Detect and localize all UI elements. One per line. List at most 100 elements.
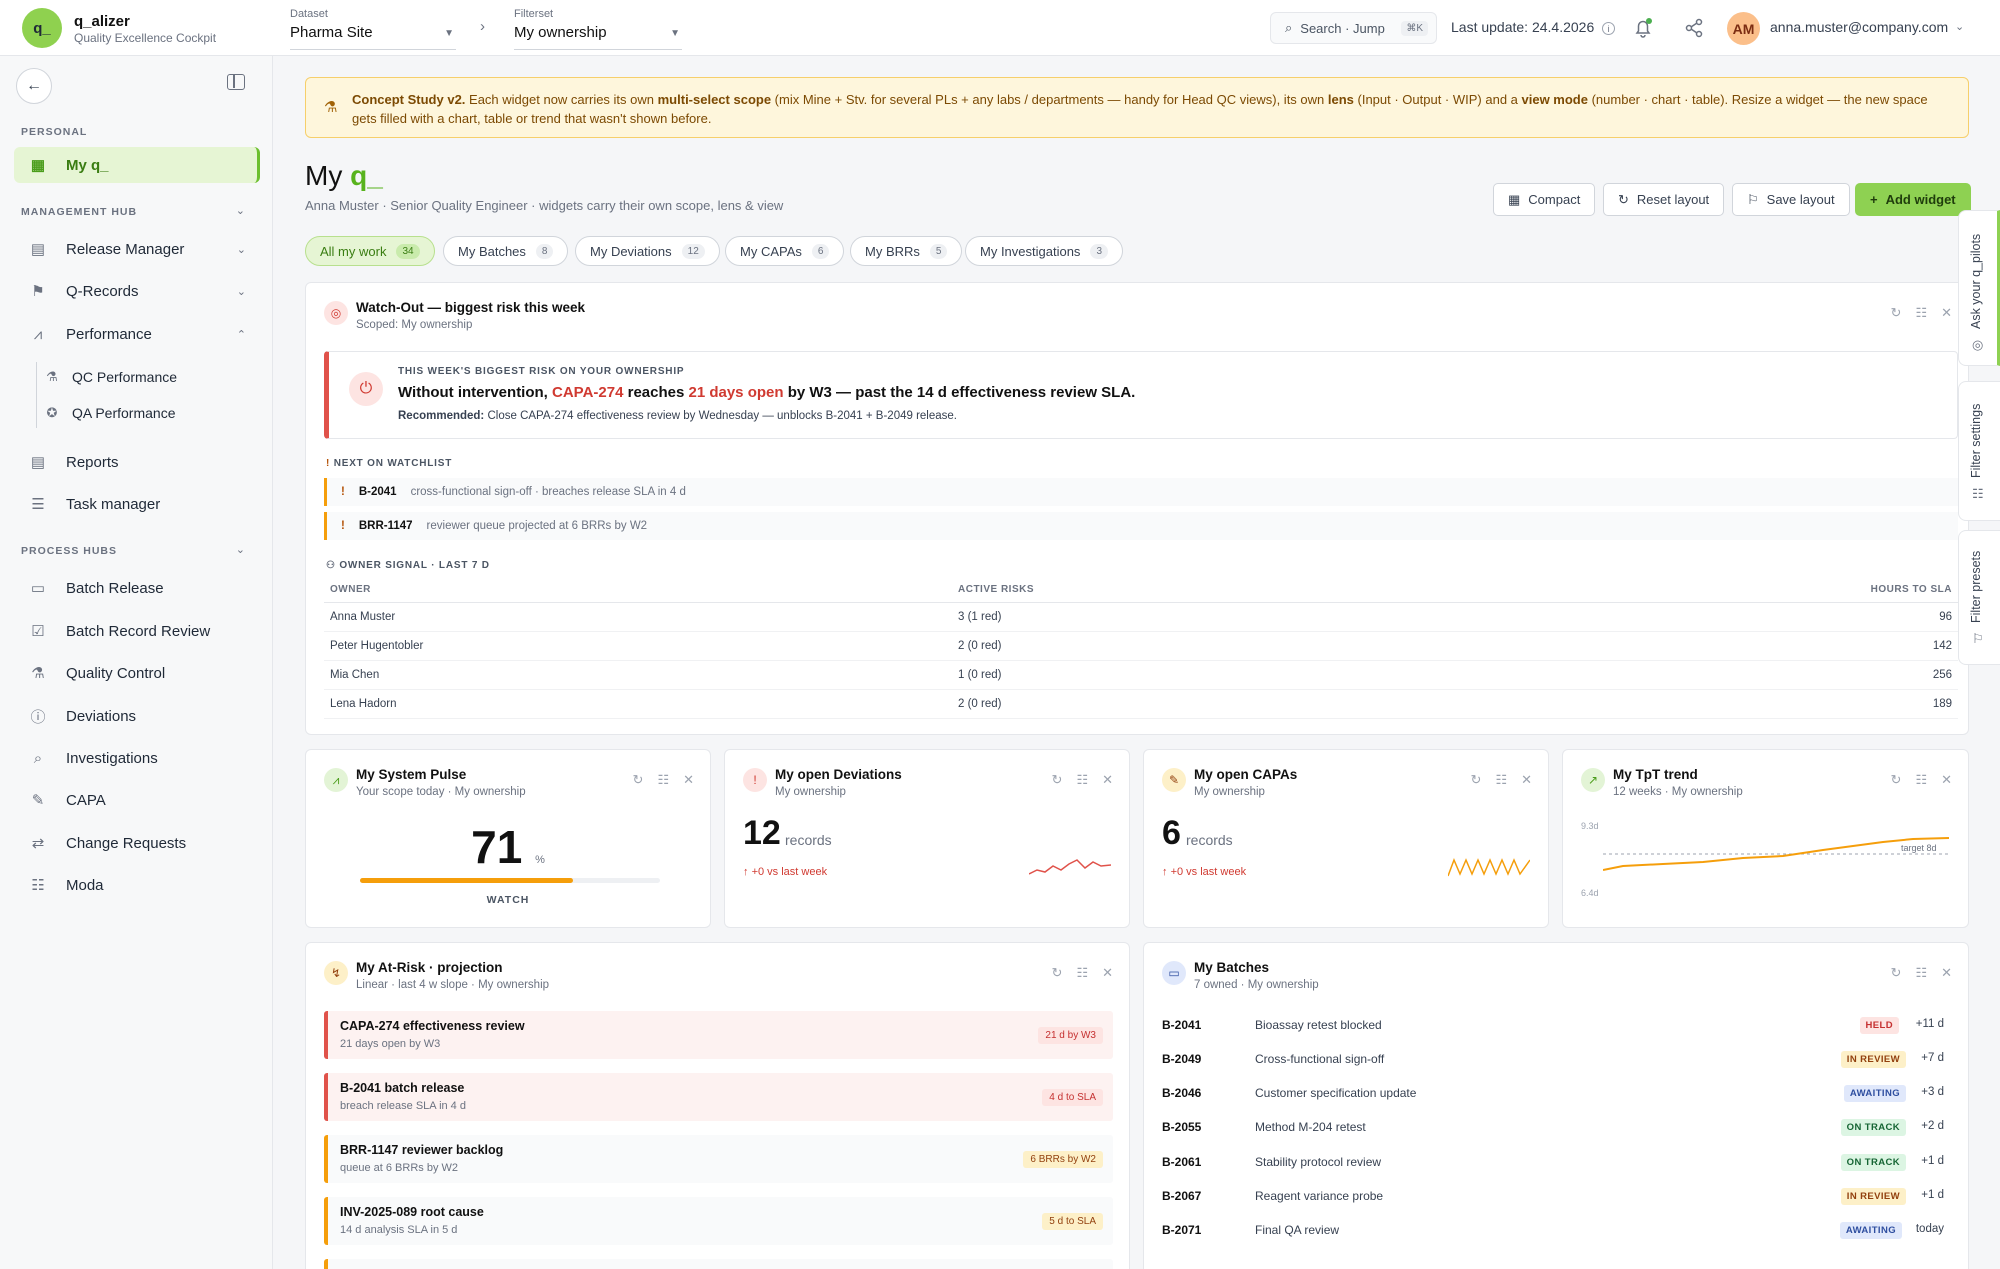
sidebar-item-batch-release[interactable]: ▭ Batch Release [14, 570, 260, 606]
close-icon[interactable]: ✕ [1102, 772, 1113, 788]
tab-label: Filter settings [1969, 403, 1983, 478]
reset-layout-button[interactable]: ↻ Reset layout [1603, 183, 1725, 216]
table-row[interactable]: Anna Muster 3 (1 red) 96 [324, 602, 1958, 632]
compact-button[interactable]: ▦ Compact [1493, 183, 1596, 216]
refresh-icon[interactable]: ↻ [1891, 772, 1902, 788]
batch-row[interactable]: B-2041 Bioassay retest blocked HELD +11 … [1162, 1009, 1944, 1043]
refresh-icon[interactable]: ↻ [1052, 965, 1063, 981]
dataset-label: Dataset [290, 8, 328, 20]
chip-my-batches[interactable]: My Batches 8 [443, 236, 569, 266]
settings-icon[interactable]: ☷ [657, 772, 669, 788]
at-risk-item[interactable] [324, 1259, 1113, 1269]
sidebar-item-change-requests[interactable]: ⇄ Change Requests [14, 825, 260, 861]
close-icon[interactable]: ✕ [1941, 965, 1952, 981]
sidebar-item-task-manager[interactable]: ☰ Task manager [14, 486, 260, 522]
back-button[interactable]: ← [16, 68, 52, 104]
close-icon[interactable]: ✕ [1102, 965, 1113, 981]
banner-text: Each widget now carries its own [465, 92, 658, 107]
pulse-icon: ⩘ [324, 768, 348, 792]
sidebar-toggle-icon[interactable] [227, 74, 245, 90]
batch-row[interactable]: B-2071 Final QA review AWAITING today [1162, 1214, 1944, 1248]
settings-icon[interactable]: ☷ [1915, 772, 1927, 788]
search-button[interactable]: ⌕ Search · Jump ⌘K [1270, 12, 1437, 44]
avatar[interactable]: AM [1727, 12, 1760, 45]
bell-icon[interactable] [1632, 17, 1654, 39]
table-row[interactable]: Lena Hadorn 2 (0 red) 189 [324, 689, 1958, 719]
tab-ask-qpilots[interactable]: Ask your q_pilots ◎ [1958, 210, 2000, 366]
close-icon[interactable]: ✕ [1521, 772, 1532, 788]
filterset-label: Filterset [514, 8, 554, 20]
table-row[interactable]: Mia Chen 1 (0 red) 256 [324, 660, 1958, 690]
chip-all-my-work[interactable]: All my work 34 [305, 236, 435, 266]
settings-icon[interactable]: ☷ [1076, 965, 1088, 981]
sidebar-item-investigations[interactable]: ⌕ Investigations [14, 740, 260, 776]
share-icon[interactable] [1683, 17, 1705, 39]
at-risk-item[interactable]: INV-2025-089 root cause 14 d analysis SL… [324, 1197, 1113, 1245]
batch-row[interactable]: B-2055 Method M-204 retest ON TRACK +2 d [1162, 1111, 1944, 1145]
close-icon[interactable]: ✕ [1941, 772, 1952, 788]
dataset-select[interactable]: Dataset Pharma Site ▼ [290, 8, 456, 50]
chip-my-capas[interactable]: My CAPAs 6 [725, 236, 845, 266]
sidebar-item-moda[interactable]: ☷ Moda [14, 867, 260, 903]
tab-label: Filter presets [1969, 550, 1983, 623]
settings-icon[interactable]: ☷ [1915, 965, 1927, 981]
close-icon[interactable]: ✕ [683, 772, 694, 788]
at-risk-item[interactable]: CAPA-274 effectiveness review 21 days op… [324, 1011, 1113, 1059]
tab-filter-settings[interactable]: Filter settings ☷ [1958, 381, 2000, 521]
chip-my-deviations[interactable]: My Deviations 12 [575, 236, 720, 266]
owner-signal-title: ⚇ OWNER SIGNAL · LAST 7 D [326, 560, 490, 571]
chevron-down-icon[interactable]: ⌄ [236, 543, 245, 556]
at-risk-item[interactable]: BRR-1147 reviewer backlog queue at 6 BRR… [324, 1135, 1113, 1183]
user-email[interactable]: anna.muster@company.com [1770, 19, 1948, 35]
tab-filter-presets[interactable]: Filter presets ⚐ [1958, 530, 2000, 665]
settings-icon[interactable]: ☷ [1495, 772, 1507, 788]
batch-row[interactable]: B-2049 Cross-functional sign-off IN REVI… [1162, 1043, 1944, 1077]
sidebar-item-my-q[interactable]: ▦ My q_ [14, 147, 260, 183]
sidebar-item-deviations[interactable]: ⓘ Deviations [14, 698, 260, 734]
at-risk-sub: breach release SLA in 4 d [340, 1100, 466, 1112]
sidebar-item-capa[interactable]: ✎ CAPA [14, 782, 260, 818]
watchlist-item[interactable]: ! BRR-1147 reviewer queue projected at 6… [324, 512, 1958, 540]
deviations-count: 12 [743, 814, 781, 852]
settings-icon[interactable]: ☷ [1076, 772, 1088, 788]
refresh-icon[interactable]: ↻ [1891, 305, 1902, 321]
widget-scope: My ownership [775, 786, 846, 798]
column-header: OWNER [324, 577, 952, 603]
filterset-select[interactable]: Filterset My ownership ▼ [514, 8, 682, 50]
close-icon[interactable]: ✕ [1941, 305, 1952, 321]
chip-label: My Deviations [590, 243, 672, 259]
sidebar-item-reports[interactable]: ▤ Reports [14, 444, 260, 480]
settings-icon[interactable]: ☷ [1915, 305, 1927, 321]
chip-label: My Investigations [980, 243, 1081, 259]
owner-risks: 1 (0 red) [952, 660, 1423, 690]
sidebar-item-batch-record-review[interactable]: ☑ Batch Record Review [14, 613, 260, 649]
add-widget-button[interactable]: + Add widget [1855, 183, 1971, 216]
sidebar-subitem-qa-performance[interactable]: ✪ QA Performance [44, 398, 176, 428]
chip-my-investigations[interactable]: My Investigations 3 [965, 236, 1123, 266]
banner-lead: Concept Study v2. [352, 92, 466, 107]
table-row[interactable]: Peter Hugentobler 2 (0 red) 142 [324, 631, 1958, 661]
app-logo[interactable]: q_ [22, 8, 62, 48]
at-risk-title: CAPA-274 effectiveness review [340, 1019, 525, 1033]
risk-capa-link[interactable]: CAPA-274 [552, 384, 623, 401]
watchlist-item[interactable]: ! B-2041 cross-functional sign-off · bre… [324, 478, 1958, 506]
chevron-down-icon[interactable]: ⌄ [236, 204, 245, 217]
sidebar-item-performance[interactable]: ⩘ Performance ⌃ [14, 316, 260, 352]
info-icon[interactable]: i [1602, 22, 1616, 35]
refresh-icon[interactable]: ↻ [633, 772, 644, 788]
sidebar-item-release-manager[interactable]: ▤ Release Manager ⌄ [14, 231, 260, 267]
refresh-icon[interactable]: ↻ [1891, 965, 1902, 981]
batch-row[interactable]: B-2067 Reagent variance probe IN REVIEW … [1162, 1180, 1944, 1214]
chevron-down-icon[interactable]: ⌄ [1955, 20, 1964, 33]
refresh-icon[interactable]: ↻ [1471, 772, 1482, 788]
refresh-icon[interactable]: ↻ [1052, 772, 1063, 788]
capas-count: 6 [1162, 814, 1181, 852]
sidebar-item-q-records[interactable]: ⚑ Q-Records ⌄ [14, 273, 260, 309]
at-risk-item[interactable]: B-2041 batch release breach release SLA … [324, 1073, 1113, 1121]
save-layout-button[interactable]: ⚐ Save layout [1732, 183, 1850, 216]
batch-row[interactable]: B-2061 Stability protocol review ON TRAC… [1162, 1146, 1944, 1180]
batch-row[interactable]: B-2046 Customer specification update AWA… [1162, 1077, 1944, 1111]
chip-my-brrs[interactable]: My BRRs 5 [850, 236, 963, 266]
sidebar-subitem-qc-performance[interactable]: ⚗ QC Performance [44, 362, 177, 392]
sidebar-item-quality-control[interactable]: ⚗ Quality Control [14, 655, 260, 691]
